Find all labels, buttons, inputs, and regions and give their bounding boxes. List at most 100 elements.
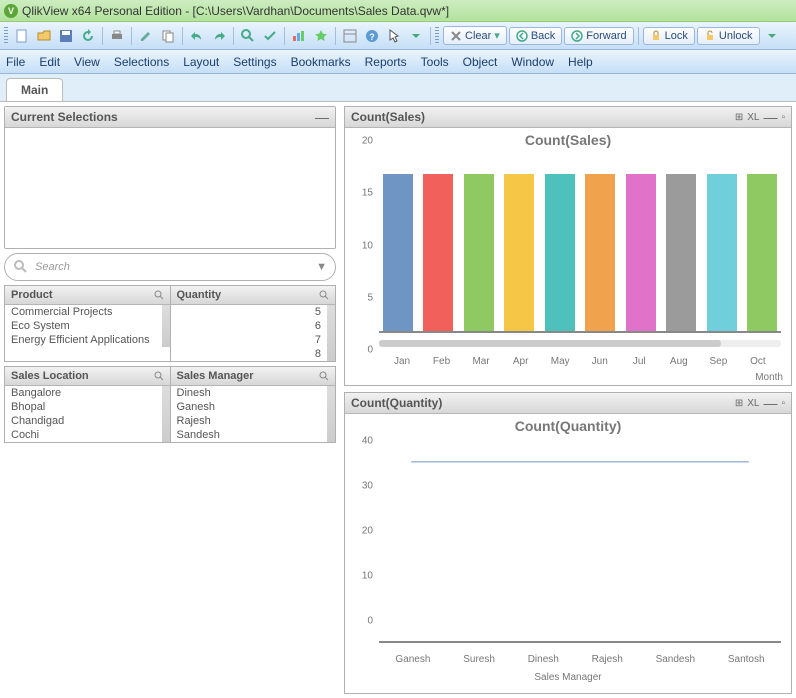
menu-edit[interactable]: Edit [39,55,60,69]
count-quantity-chart[interactable]: Count(Quantity) ⊞ XL — ▫ Count(Quantity)… [344,392,792,694]
star-icon[interactable] [311,26,331,46]
menu-reports[interactable]: Reports [365,55,407,69]
copy-icon[interactable] [158,26,178,46]
menu-selections[interactable]: Selections [114,55,169,69]
xl-badge[interactable]: XL [747,398,759,409]
list-item[interactable]: Energy Efficient Applications [5,333,162,347]
list-item[interactable]: 8 [171,347,328,361]
scrollbar[interactable] [327,386,335,442]
back-button[interactable]: Back [509,27,562,45]
check-icon[interactable] [260,26,280,46]
scrollbar[interactable] [327,305,335,361]
menu-layout[interactable]: Layout [183,55,219,69]
manager-listbox[interactable]: Sales Manager DineshGaneshRajeshSandesh [171,366,337,443]
quantity-listbox[interactable]: Quantity 5678 [171,285,337,362]
list-item[interactable]: Eco System [5,319,162,333]
search-small-icon[interactable] [319,290,329,300]
forward-button[interactable]: Forward [564,27,633,45]
chart-scrollbar[interactable] [379,340,721,347]
menu-file[interactable]: File [6,55,25,69]
undo-icon[interactable] [187,26,207,46]
bar[interactable] [545,174,575,332]
line-chart-area: 010203040 GaneshSureshDineshRajeshSandes… [345,438,791,693]
clear-button[interactable]: Clear ▾ [443,26,507,45]
menu-tools[interactable]: Tools [421,55,449,69]
layout-icon[interactable] [340,26,360,46]
print-icon[interactable] [107,26,127,46]
edit-icon[interactable] [136,26,156,46]
minimize-icon[interactable]: — [763,398,777,408]
dropdown-icon[interactable] [406,26,426,46]
refresh-icon[interactable] [78,26,98,46]
new-doc-icon[interactable] [12,26,32,46]
chevron-down-icon[interactable]: ▼ [316,261,327,273]
help-tb-icon[interactable]: ? [362,26,382,46]
search-small-icon[interactable] [319,371,329,381]
chart-cycle-icon[interactable]: ⊞ [735,398,743,409]
list-item[interactable]: Commercial Projects [5,305,162,319]
maximize-icon[interactable]: ▫ [781,112,785,123]
bar[interactable] [626,174,656,332]
menu-settings[interactable]: Settings [233,55,276,69]
search-icon [13,259,29,275]
svg-text:?: ? [369,32,375,42]
bar[interactable] [707,174,737,332]
location-listbox[interactable]: Sales Location BangaloreBhopalChandigadC… [4,366,171,443]
bar[interactable] [747,174,777,332]
maximize-icon[interactable]: ▫ [781,398,785,409]
unlock-button[interactable]: Unlock [697,27,760,45]
open-icon[interactable] [34,26,54,46]
list-item[interactable]: 5 [171,305,328,319]
bar[interactable] [383,174,413,332]
search-small-icon[interactable] [154,371,164,381]
menu-view[interactable]: View [74,55,100,69]
search-placeholder: Search [35,261,70,273]
search-small-icon[interactable] [154,290,164,300]
list-item[interactable]: Bangalore [5,386,162,400]
bar[interactable] [585,174,615,332]
menu-help[interactable]: Help [568,55,593,69]
list-item[interactable]: Chandigad [5,414,162,428]
minimize-icon[interactable]: — [315,112,329,122]
toolbar-grip-2[interactable] [435,27,439,45]
menu-window[interactable]: Window [511,55,554,69]
list-item[interactable]: Ganesh [171,400,328,414]
workspace: Current Selections — Search ▼ Product Co… [0,102,796,698]
list-item[interactable]: 6 [171,319,328,333]
main-toolbar: ? Clear ▾ Back Forward Lock Unlock [0,22,796,50]
tab-main[interactable]: Main [6,78,63,101]
redo-icon[interactable] [209,26,229,46]
left-column: Current Selections — Search ▼ Product Co… [0,102,340,698]
toolbar-grip[interactable] [4,27,8,45]
list-item[interactable]: 7 [171,333,328,347]
menu-bar: File Edit View Selections Layout Setting… [0,50,796,74]
current-selections-body [5,128,335,248]
chart-cycle-icon[interactable]: ⊞ [735,112,743,123]
list-item[interactable]: Sandesh [171,428,328,442]
save-icon[interactable] [56,26,76,46]
search-input[interactable]: Search ▼ [4,253,336,281]
menu-bookmarks[interactable]: Bookmarks [291,55,351,69]
count-sales-chart[interactable]: Count(Sales) ⊞ XL — ▫ Count(Sales) 05101… [344,106,792,386]
list-item[interactable]: Rajesh [171,414,328,428]
minimize-icon[interactable]: — [763,112,777,122]
x-axis-label: Month [755,372,783,383]
chart-icon[interactable] [289,26,309,46]
current-selections-header[interactable]: Current Selections — [5,107,335,128]
scrollbar[interactable] [162,305,170,347]
toolbar-overflow-icon[interactable] [762,26,782,46]
bar[interactable] [504,174,534,332]
bar[interactable] [464,174,494,332]
bar[interactable] [666,174,696,332]
search-tb-icon[interactable] [238,26,258,46]
lock-button[interactable]: Lock [643,27,695,45]
list-item[interactable]: Cochi [5,428,162,442]
product-listbox[interactable]: Product Commercial ProjectsEco SystemEne… [4,285,171,362]
bar[interactable] [423,174,453,332]
scrollbar[interactable] [162,386,170,442]
menu-object[interactable]: Object [463,55,498,69]
cursor-icon[interactable] [384,26,404,46]
list-item[interactable]: Bhopal [5,400,162,414]
list-item[interactable]: Dinesh [171,386,328,400]
xl-badge[interactable]: XL [747,112,759,123]
